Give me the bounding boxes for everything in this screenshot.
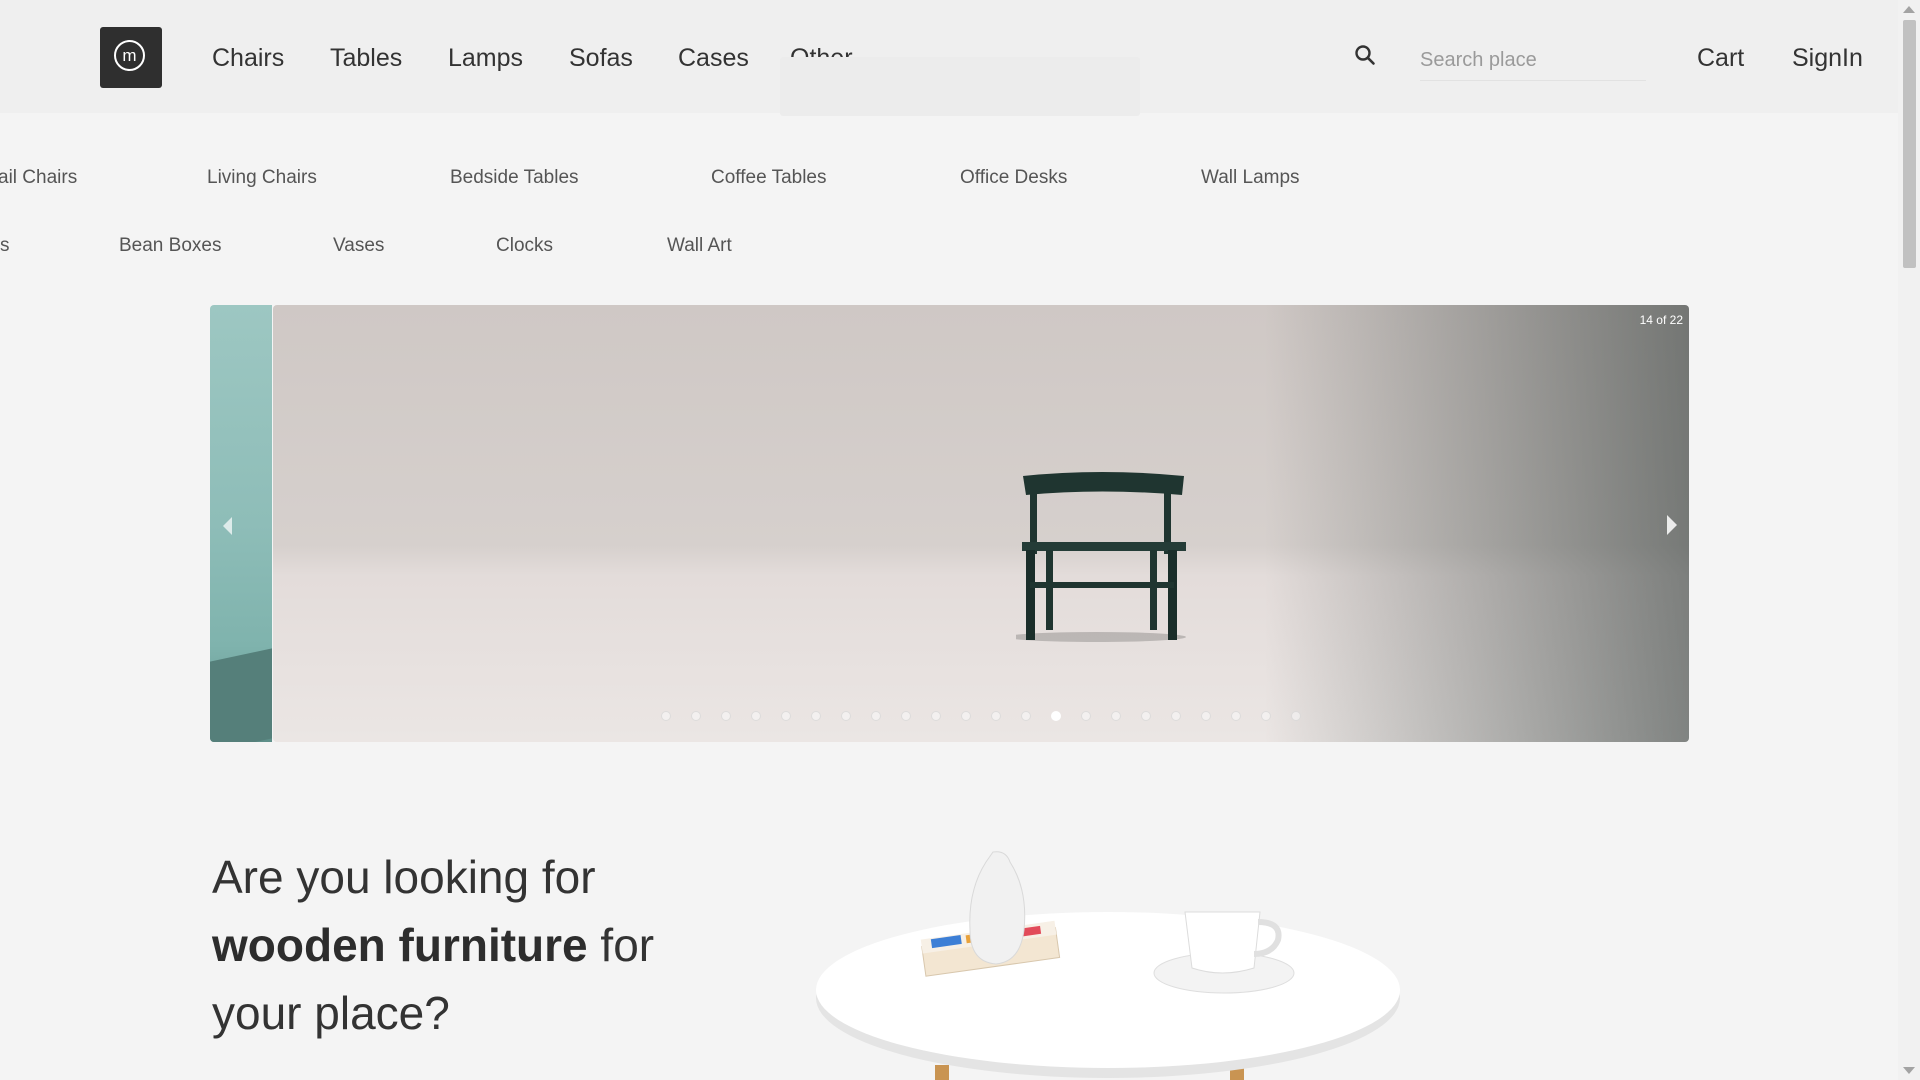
- carousel-slide: 14 of 22: [273, 305, 1689, 742]
- carousel-dot[interactable]: [871, 711, 881, 721]
- subcategory-item[interactable]: Living Chairs: [207, 167, 317, 189]
- carousel-dot[interactable]: [1141, 711, 1151, 721]
- hero-line-2-rest: for: [587, 919, 655, 971]
- search-input[interactable]: [1420, 40, 1646, 81]
- preview-shape: [210, 648, 272, 742]
- scroll-down-arrow-icon[interactable]: [1903, 1067, 1915, 1074]
- hero-line-3: your place?: [212, 987, 450, 1039]
- subcategory-item[interactable]: Office Desks: [960, 167, 1067, 189]
- subcategory-item[interactable]: Wall Lamps: [1201, 167, 1300, 189]
- chair-image: [1016, 472, 1186, 642]
- nav-item-tables[interactable]: Tables: [330, 44, 402, 73]
- search-icon[interactable]: [1353, 43, 1377, 67]
- subcategory-item[interactable]: Wall Art: [667, 235, 732, 257]
- subcategory-item[interactable]: Bean Boxes: [119, 235, 221, 257]
- carousel-dot[interactable]: [1201, 711, 1211, 721]
- header: m Chairs Tables Lamps Sofas Cases Other …: [0, 0, 1898, 116]
- carousel-dot[interactable]: [961, 711, 971, 721]
- carousel-dot[interactable]: [1261, 711, 1271, 721]
- logo[interactable]: m: [100, 27, 162, 88]
- subcategory-item[interactable]: Clocks: [496, 235, 553, 257]
- cart-link[interactable]: Cart: [1697, 44, 1744, 73]
- carousel-dot[interactable]: [1111, 711, 1121, 721]
- carousel-dot[interactable]: [1021, 711, 1031, 721]
- carousel-dot[interactable]: [781, 711, 791, 721]
- nav-item-cases[interactable]: Cases: [678, 44, 749, 73]
- carousel-dot[interactable]: [991, 711, 1001, 721]
- carousel-dot[interactable]: [931, 711, 941, 721]
- hero-headline: Are you looking for wooden furniture for…: [212, 843, 732, 1047]
- vertical-scrollbar[interactable]: [1898, 0, 1920, 1080]
- image-carousel: 14 of 22: [210, 305, 1689, 742]
- carousel-dot[interactable]: [841, 711, 851, 721]
- dropdown-shadow: [780, 57, 1140, 116]
- hero-bold-phrase: wooden furniture: [212, 919, 588, 971]
- nav-item-lamps[interactable]: Lamps: [448, 44, 523, 73]
- subcategory-item[interactable]: Vases: [333, 235, 384, 257]
- next-arrow-icon[interactable]: [1667, 515, 1677, 535]
- logo-mark: m: [114, 40, 145, 71]
- carousel-dot[interactable]: [751, 711, 761, 721]
- carousel-dot[interactable]: [901, 711, 911, 721]
- carousel-dot[interactable]: [691, 711, 701, 721]
- previous-slide-preview[interactable]: [210, 305, 272, 742]
- carousel-dot-active[interactable]: [1051, 711, 1061, 721]
- nav-item-sofas[interactable]: Sofas: [569, 44, 633, 73]
- carousel-dot[interactable]: [811, 711, 821, 721]
- scrollbar-thumb[interactable]: [1903, 20, 1916, 268]
- subcategory-item[interactable]: s: [0, 235, 10, 257]
- carousel-dot[interactable]: [721, 711, 731, 721]
- prev-arrow-icon[interactable]: [223, 517, 232, 535]
- carousel-dot[interactable]: [1291, 711, 1301, 721]
- subcategory-item[interactable]: Bedside Tables: [450, 167, 579, 189]
- coffee-table-image: [816, 851, 1400, 1080]
- logo-letter: m: [122, 46, 137, 65]
- subcategory-item[interactable]: ail Chairs: [0, 167, 77, 189]
- subcategory-item[interactable]: Coffee Tables: [711, 167, 827, 189]
- carousel-dot[interactable]: [1171, 711, 1181, 721]
- carousel-dot[interactable]: [1081, 711, 1091, 721]
- carousel-dot[interactable]: [1231, 711, 1241, 721]
- scroll-up-arrow-icon[interactable]: [1903, 6, 1915, 13]
- signin-link[interactable]: SignIn: [1792, 44, 1863, 73]
- carousel-dots: [273, 711, 1689, 721]
- slide-counter: 14 of 22: [1639, 313, 1683, 327]
- carousel-dot[interactable]: [661, 711, 671, 721]
- nav-item-chairs[interactable]: Chairs: [212, 44, 284, 73]
- hero-line-1: Are you looking for: [212, 851, 596, 903]
